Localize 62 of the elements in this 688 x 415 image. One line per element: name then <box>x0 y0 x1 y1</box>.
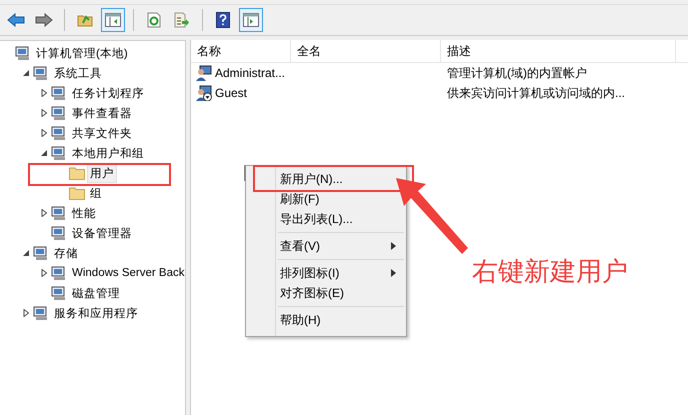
collapse-arrow-icon[interactable] <box>22 249 30 257</box>
tree-item[interactable]: 设备管理器 <box>69 224 135 242</box>
tree-item[interactable]: 服务和应用程序 <box>51 304 141 322</box>
pane-button[interactable] <box>239 8 263 32</box>
right-arrow-icon <box>35 13 53 27</box>
snap-in-icon <box>33 245 49 261</box>
snap-in-icon <box>33 65 49 81</box>
expand-arrow-icon[interactable] <box>40 269 48 277</box>
snap-in-icon <box>51 105 67 121</box>
expand-arrow-icon[interactable] <box>22 309 30 317</box>
snap-in-icon <box>51 125 67 141</box>
menu-item[interactable]: 对齐图标(E) <box>246 283 406 303</box>
menu-item[interactable]: 排列图标(I) <box>246 263 406 283</box>
tree-item[interactable]: 事件查看器 <box>69 104 135 122</box>
panel-icon <box>243 13 259 27</box>
panel-icon <box>105 13 121 27</box>
snap-in-icon <box>51 285 67 301</box>
left-arrow-icon <box>7 13 25 27</box>
tree-item[interactable]: 存储 <box>51 244 81 262</box>
collapse-arrow-icon[interactable] <box>22 69 30 77</box>
tree-item[interactable]: 磁盘管理 <box>69 284 123 302</box>
submenu-arrow-icon <box>391 242 396 250</box>
folder-icon <box>69 186 85 200</box>
snap-in-icon <box>51 205 67 221</box>
menu-item[interactable]: 帮助(H) <box>246 310 406 330</box>
refresh-icon <box>147 12 161 28</box>
snap-in-icon <box>33 305 49 321</box>
folder-icon <box>77 13 93 27</box>
tree-item[interactable]: 性能 <box>69 204 99 222</box>
menu-item[interactable]: 查看(V) <box>246 236 406 256</box>
snap-in-icon <box>51 265 67 281</box>
table-cell-text: 供来宾访问计算机或访问域的内... <box>446 84 626 102</box>
tree-button[interactable] <box>101 8 125 32</box>
expand-arrow-icon[interactable] <box>40 89 48 97</box>
tree-item[interactable]: 系统工具 <box>51 64 105 82</box>
tree-item[interactable]: 本地用户和组 <box>69 144 147 162</box>
tree-item[interactable]: 计算机管理(本地) <box>33 44 131 62</box>
tree-item[interactable]: 共享文件夹 <box>69 124 135 142</box>
collapse-arrow-icon[interactable] <box>40 149 48 157</box>
expand-arrow-icon[interactable] <box>40 209 48 217</box>
folder-icon <box>69 166 85 180</box>
table-cell: Guest <box>215 86 248 100</box>
menu-item[interactable]: 导出列表(L)... <box>246 209 406 229</box>
snap-in-icon <box>15 45 31 61</box>
export-list-icon <box>174 12 190 28</box>
column-header[interactable]: 描述 <box>441 40 676 62</box>
help-icon <box>216 12 230 28</box>
snap-in-icon <box>51 145 67 161</box>
tree-item[interactable]: Windows Server Back <box>69 265 185 281</box>
table-cell-text: 管理计算机(域)的内置帐户 <box>446 64 588 82</box>
expand-arrow-icon[interactable] <box>40 109 48 117</box>
menu-item[interactable]: 刷新(F) <box>246 189 406 209</box>
table-cell: Administrat... <box>215 66 286 80</box>
snap-in-icon <box>51 225 67 241</box>
expand-arrow-icon[interactable] <box>40 129 48 137</box>
submenu-arrow-icon <box>391 269 396 277</box>
tree-item[interactable]: 任务计划程序 <box>69 84 147 102</box>
tree-item[interactable]: 组 <box>87 184 105 202</box>
annotation-text: 右键新建用户 <box>472 255 628 288</box>
column-header[interactable]: 全名 <box>291 40 441 62</box>
snap-in-icon <box>51 85 67 101</box>
column-header[interactable]: 名称 <box>191 40 291 62</box>
